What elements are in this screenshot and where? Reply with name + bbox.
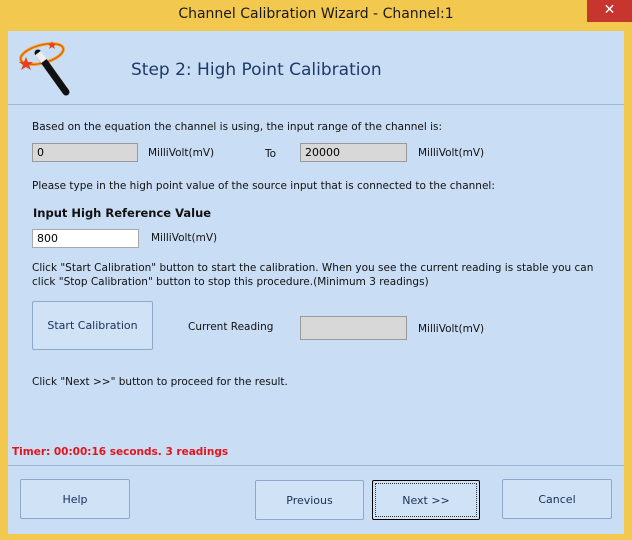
reference-prompt-text: Please type in the high point value of t… xyxy=(32,180,495,192)
range-max-field: 20000 xyxy=(300,143,407,162)
timer-status: Timer: 00:00:16 seconds. 3 readings xyxy=(12,446,229,458)
step-title: Step 2: High Point Calibration xyxy=(131,60,382,80)
title-bar[interactable]: Channel Calibration Wizard - Channel:1 ✕ xyxy=(0,0,632,30)
previous-button[interactable]: Previous xyxy=(255,480,364,520)
wizard-window: Channel Calibration Wizard - Channel:1 ✕… xyxy=(0,0,632,540)
calibration-instructions-line2: click "Stop Calibration" button to stop … xyxy=(32,276,429,288)
current-reading-label: Current Reading xyxy=(188,321,274,333)
help-button[interactable]: Help xyxy=(20,479,130,519)
reference-value-input[interactable]: 800 xyxy=(32,229,139,248)
calibration-instructions-line1: Click "Start Calibration" button to star… xyxy=(32,262,594,274)
window-title: Channel Calibration Wizard - Channel:1 xyxy=(178,6,454,22)
start-calibration-button[interactable]: Start Calibration xyxy=(32,301,153,350)
next-hint-text: Click "Next >>" button to proceed for th… xyxy=(32,376,288,388)
wizard-body: Step 2: High Point Calibration Based on … xyxy=(8,31,624,534)
current-reading-field xyxy=(300,316,407,340)
reference-unit: MilliVolt(mV) xyxy=(151,232,218,244)
reference-label: Input High Reference Value xyxy=(33,206,212,220)
close-button[interactable]: ✕ xyxy=(587,0,632,22)
range-intro-text: Based on the equation the channel is usi… xyxy=(32,121,443,133)
magic-wand-icon xyxy=(19,41,70,96)
wizard-header: Step 2: High Point Calibration xyxy=(8,31,624,105)
range-min-unit: MilliVolt(mV) xyxy=(148,147,215,159)
current-reading-unit: MilliVolt(mV) xyxy=(418,323,485,335)
cancel-button[interactable]: Cancel xyxy=(502,479,612,519)
range-max-unit: MilliVolt(mV) xyxy=(418,147,485,159)
wizard-footer: Help Previous Next >> Cancel xyxy=(8,466,624,534)
close-icon: ✕ xyxy=(603,2,616,18)
next-button[interactable]: Next >> xyxy=(372,480,480,520)
range-min-field: 0 xyxy=(32,143,138,162)
range-to-label: To xyxy=(265,148,277,160)
